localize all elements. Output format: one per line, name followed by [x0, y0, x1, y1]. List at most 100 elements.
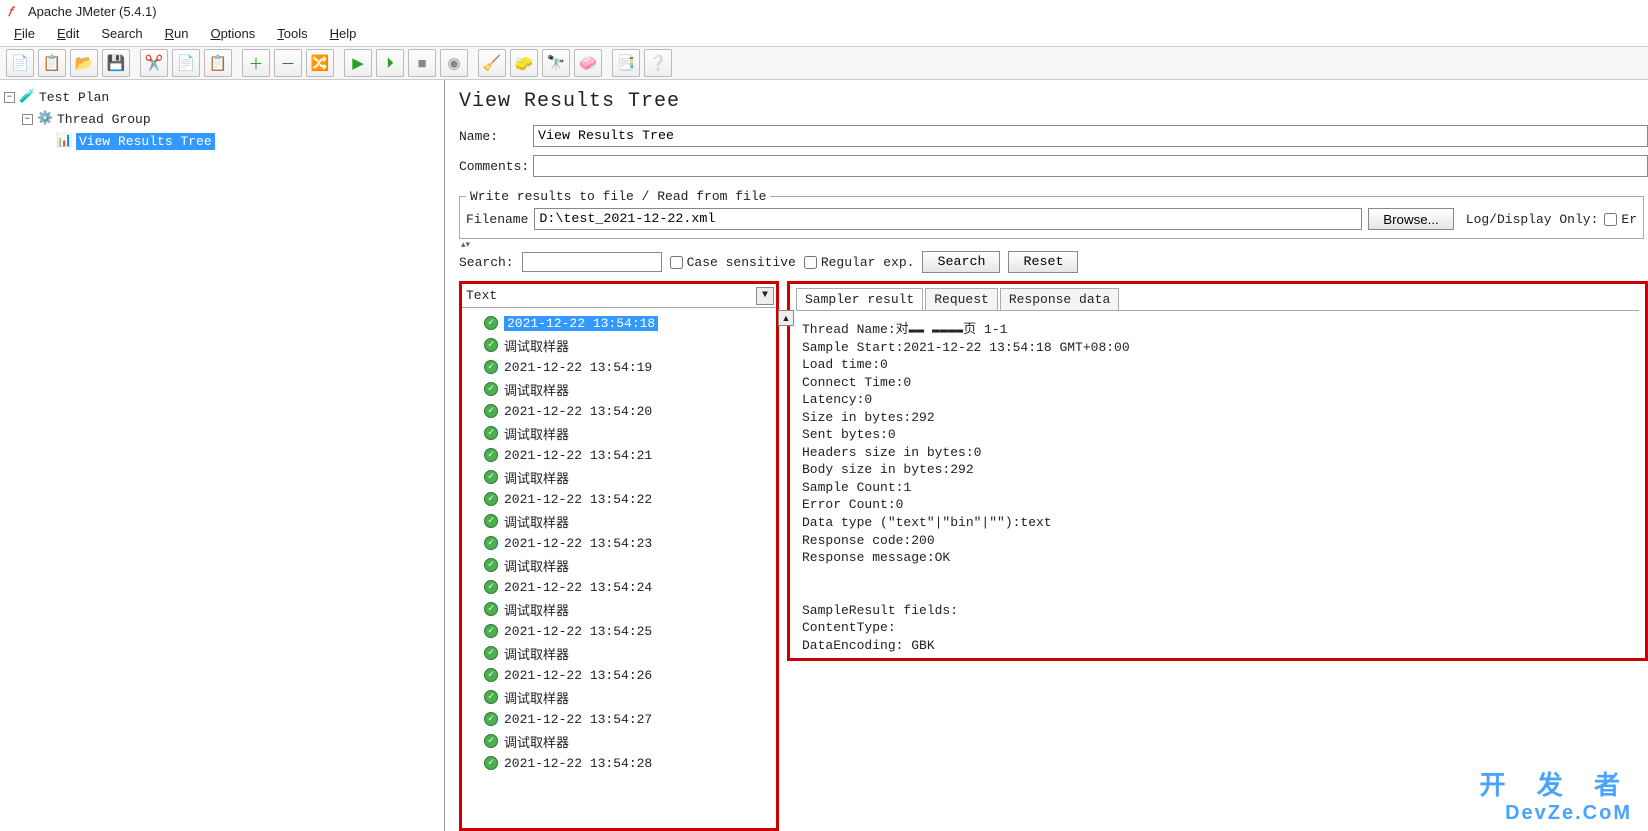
result-item[interactable]: ✓2021-12-22 13:54:20: [462, 400, 776, 422]
new-icon[interactable]: 📄: [6, 49, 34, 77]
clear-icon[interactable]: 🧹: [478, 49, 506, 77]
toggle-icon[interactable]: 🔀: [306, 49, 334, 77]
chevron-down-icon[interactable]: ▼: [756, 287, 774, 305]
add-icon[interactable]: ＋: [242, 49, 270, 77]
result-label: 2021-12-22 13:54:23: [504, 536, 652, 551]
menubar: File Edit Search Run Options Tools Help: [0, 22, 1648, 46]
errors-checkbox[interactable]: [1604, 213, 1617, 226]
window-titlebar: 𝑓 Apache JMeter (5.4.1): [0, 0, 1648, 22]
toolbar: 📄 📋 📂 💾 ✂️ 📄 📋 ＋ － 🔀 ▶ ⏵ ■ ◉ 🧹 🧽 🔭 🧼 📑 ❔: [0, 46, 1648, 80]
menu-file[interactable]: File: [4, 24, 45, 44]
remove-icon[interactable]: －: [274, 49, 302, 77]
result-label: 调试取样器: [504, 600, 569, 619]
comments-input[interactable]: [533, 155, 1648, 177]
errors-label: Er: [1621, 212, 1637, 227]
success-icon: ✓: [484, 448, 498, 462]
result-item[interactable]: ✓2021-12-22 13:54:19: [462, 356, 776, 378]
tree-node-view-results-tree[interactable]: View Results Tree: [76, 133, 215, 150]
menu-run[interactable]: Run: [155, 24, 199, 44]
save-icon[interactable]: 💾: [102, 49, 130, 77]
result-item[interactable]: ✓调试取样器: [462, 466, 776, 488]
scroll-up-icon[interactable]: ▲: [778, 310, 794, 326]
result-label: 2021-12-22 13:54:18: [504, 316, 658, 331]
result-item[interactable]: ✓调试取样器: [462, 554, 776, 576]
results-list[interactable]: ✓2021-12-22 13:54:18✓调试取样器✓2021-12-22 13…: [462, 308, 776, 828]
menu-edit[interactable]: Edit: [47, 24, 89, 44]
open-icon[interactable]: 📂: [70, 49, 98, 77]
watermark: 开 发 者 DevZe.CoM: [1480, 765, 1632, 825]
result-item[interactable]: ✓调试取样器: [462, 686, 776, 708]
result-item[interactable]: ✓2021-12-22 13:54:22: [462, 488, 776, 510]
start-no-timers-icon[interactable]: ⏵: [376, 49, 404, 77]
result-item[interactable]: ✓调试取样器: [462, 598, 776, 620]
menu-search[interactable]: Search: [91, 24, 152, 44]
result-item[interactable]: ✓2021-12-22 13:54:18: [462, 312, 776, 334]
filename-input[interactable]: [534, 208, 1362, 230]
tab-request[interactable]: Request: [925, 288, 998, 310]
regular-exp-checkbox[interactable]: [804, 256, 817, 269]
start-icon[interactable]: ▶: [344, 49, 372, 77]
search-input[interactable]: [522, 252, 662, 272]
result-label: 2021-12-22 13:54:25: [504, 624, 652, 639]
result-item[interactable]: ✓调试取样器: [462, 642, 776, 664]
expand-icon[interactable]: −: [22, 114, 33, 125]
result-item[interactable]: ✓调试取样器: [462, 378, 776, 400]
templates-icon[interactable]: 📋: [38, 49, 66, 77]
tab-sampler-result[interactable]: Sampler result: [796, 288, 923, 310]
result-label: 调试取样器: [504, 424, 569, 443]
success-icon: ✓: [484, 382, 498, 396]
expand-icon[interactable]: −: [4, 92, 15, 103]
search-button[interactable]: Search: [922, 251, 1000, 273]
shutdown-icon[interactable]: ◉: [440, 49, 468, 77]
browse-button[interactable]: Browse...: [1368, 208, 1454, 230]
result-item[interactable]: ✓调试取样器: [462, 510, 776, 532]
success-icon: ✓: [484, 624, 498, 638]
cut-icon[interactable]: ✂️: [140, 49, 168, 77]
vertical-splitter[interactable]: [779, 281, 787, 831]
result-item[interactable]: ✓2021-12-22 13:54:24: [462, 576, 776, 598]
success-icon: ✓: [484, 558, 498, 572]
result-item[interactable]: ✓ 2021-12-22 13:54:25: [462, 620, 776, 642]
reset-button[interactable]: Reset: [1008, 251, 1078, 273]
result-label: 调试取样器: [504, 336, 569, 355]
horizontal-splitter[interactable]: ▴▾: [459, 239, 1648, 247]
menu-options[interactable]: Options: [200, 24, 265, 44]
test-plan-tree[interactable]: − 🧪 Test Plan − ⚙️ Thread Group 📊 View R…: [0, 80, 445, 831]
success-icon: ✓: [484, 646, 498, 660]
result-item[interactable]: ✓2021-12-22 13:54:26: [462, 664, 776, 686]
result-item[interactable]: ✓调试取样器: [462, 730, 776, 752]
success-icon: ✓: [484, 536, 498, 550]
find-icon[interactable]: 🔭: [542, 49, 570, 77]
success-icon: ✓: [484, 756, 498, 770]
case-sensitive-checkbox[interactable]: [670, 256, 683, 269]
filename-label: Filename: [466, 212, 528, 227]
success-icon: ✓: [484, 734, 498, 748]
result-item[interactable]: ✓2021-12-22 13:54:27: [462, 708, 776, 730]
result-label: 调试取样器: [504, 512, 569, 531]
result-item[interactable]: ✓调试取样器: [462, 422, 776, 444]
success-icon: ✓: [484, 470, 498, 484]
sampler-result-text: Thread Name:对▬▬ ▬▬▬▬页 1-1 Sample Start:2…: [796, 311, 1639, 654]
tree-node-thread-group[interactable]: Thread Group: [57, 112, 151, 127]
renderer-select[interactable]: Text ▼: [462, 284, 776, 308]
name-input[interactable]: [533, 125, 1648, 147]
success-icon: ✓: [484, 712, 498, 726]
result-label: 调试取样器: [504, 688, 569, 707]
sampler-detail-box: Sampler result Request Response data Thr…: [787, 281, 1648, 661]
tab-response-data[interactable]: Response data: [1000, 288, 1119, 310]
menu-help[interactable]: Help: [320, 24, 367, 44]
copy-icon[interactable]: 📄: [172, 49, 200, 77]
result-item[interactable]: ✓ 2021-12-22 13:54:23: [462, 532, 776, 554]
reset-search-icon[interactable]: 🧼: [574, 49, 602, 77]
paste-icon[interactable]: 📋: [204, 49, 232, 77]
help-icon[interactable]: ❔: [644, 49, 672, 77]
function-helper-icon[interactable]: 📑: [612, 49, 640, 77]
result-item[interactable]: ✓调试取样器: [462, 334, 776, 356]
result-item[interactable]: ✓2021-12-22 13:54:28: [462, 752, 776, 774]
menu-tools[interactable]: Tools: [267, 24, 317, 44]
success-icon: ✓: [484, 580, 498, 594]
result-item[interactable]: ✓2021-12-22 13:54:21: [462, 444, 776, 466]
clear-all-icon[interactable]: 🧽: [510, 49, 538, 77]
stop-icon[interactable]: ■: [408, 49, 436, 77]
tree-node-test-plan[interactable]: Test Plan: [39, 90, 109, 105]
